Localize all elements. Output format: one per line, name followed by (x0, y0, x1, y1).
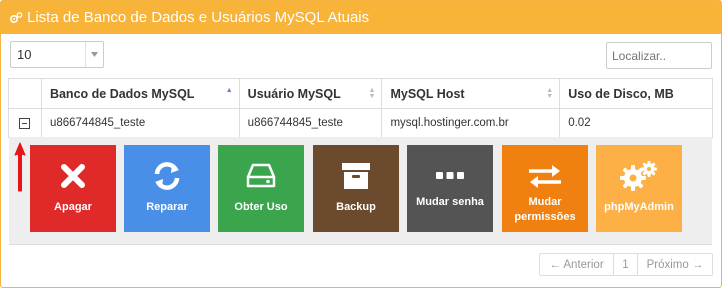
cell-disk-usage: 0.02 (560, 109, 713, 138)
column-header-label: Usuário MySQL (247, 86, 341, 101)
pagination: ← Anterior 1 Próximo → (539, 253, 713, 276)
sort-icon: ▲ (225, 87, 233, 94)
previous-page-button[interactable]: ← Anterior (540, 254, 614, 275)
sort-icon: ▲ ▼ (368, 87, 376, 100)
repair-button[interactable]: Reparar (124, 145, 210, 232)
swap-arrows-icon (527, 160, 563, 192)
change-permissions-button[interactable]: Mudar permissões (502, 145, 588, 232)
sort-icon: ▲ ▼ (546, 87, 554, 100)
column-header-user[interactable]: Usuário MySQL ▲ ▼ (239, 79, 383, 109)
panel-header: Lista de Banco de Dados e Usuários MySQL… (1, 1, 721, 34)
next-page-button[interactable]: Próximo → (638, 254, 712, 275)
phpmyadmin-label: phpMyAdmin (604, 201, 674, 213)
backup-label: Backup (336, 201, 376, 213)
gears-icon (9, 11, 23, 25)
get-usage-button[interactable]: Obter Uso (218, 145, 304, 232)
get-usage-label: Obter Uso (234, 201, 288, 213)
refresh-icon (151, 160, 183, 192)
table-header-row: Banco de Dados MySQL ▲ Usuário MySQL ▲ ▼ … (9, 79, 713, 109)
column-header-host[interactable]: MySQL Host ▲ ▼ (382, 79, 561, 109)
cell-database: u866744845_teste (41, 109, 240, 138)
expand-cell[interactable] (9, 109, 42, 138)
page-number-button[interactable]: 1 (614, 254, 638, 275)
search-input[interactable] (606, 42, 712, 69)
cell-user: u866744845_teste (239, 109, 383, 138)
archive-icon (340, 160, 372, 192)
collapse-minus-icon[interactable] (19, 117, 31, 129)
table-row: u866744845_teste u866744845_teste mysql.… (9, 109, 713, 138)
repair-label: Reparar (146, 201, 188, 213)
delete-label: Apagar (54, 201, 92, 213)
phpmyadmin-button[interactable]: phpMyAdmin (596, 145, 682, 232)
page-length-value: 10 (17, 47, 32, 62)
annotation-arrow-icon (14, 142, 26, 192)
gears-icon (620, 160, 658, 192)
column-header-database[interactable]: Banco de Dados MySQL ▲ (41, 79, 240, 109)
change-password-button[interactable]: Mudar senha (407, 145, 493, 232)
column-header-label: Banco de Dados MySQL (49, 86, 195, 101)
page-length-select[interactable]: 10 (10, 41, 104, 68)
column-header-disk-usage[interactable]: Uso de Disco, MB (560, 79, 713, 109)
delete-button[interactable]: Apagar (30, 145, 116, 232)
backup-button[interactable]: Backup (313, 145, 399, 232)
column-header-label: Uso de Disco, MB (568, 86, 674, 101)
header-expand-cell (9, 79, 42, 109)
column-header-label: MySQL Host (390, 86, 465, 101)
change-permissions-label: Mudar permissões (514, 196, 576, 223)
databases-table: Banco de Dados MySQL ▲ Usuário MySQL ▲ ▼ … (8, 78, 713, 138)
drive-icon (245, 160, 277, 192)
change-password-label: Mudar senha (416, 196, 484, 208)
dots-icon (435, 160, 465, 192)
chevron-down-icon (85, 42, 103, 67)
x-icon (60, 160, 86, 192)
panel-title: Lista de Banco de Dados e Usuários MySQL… (27, 9, 370, 26)
cell-host: mysql.hostinger.com.br (382, 109, 561, 138)
